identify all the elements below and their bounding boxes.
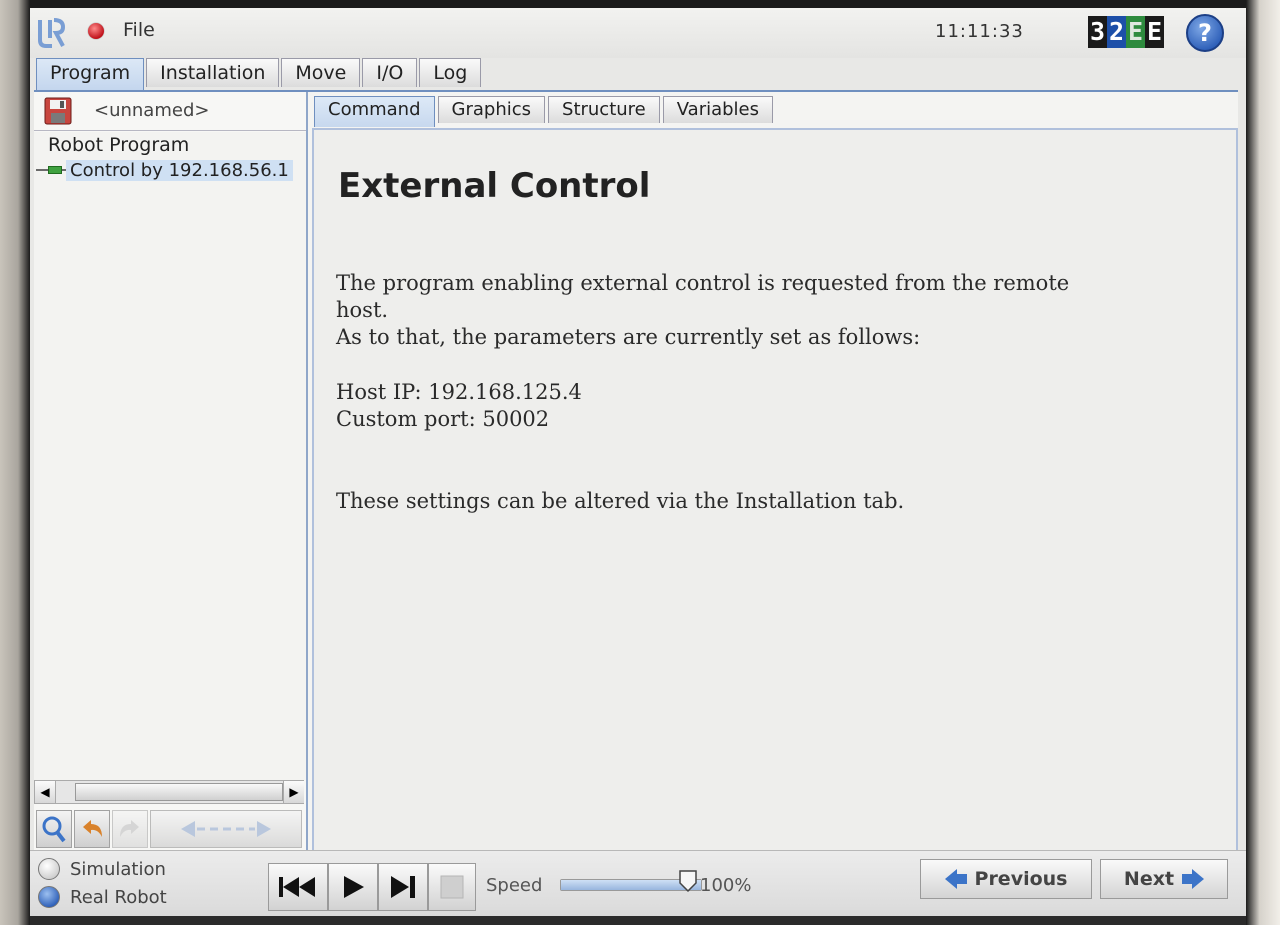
version-badge-char: 2 xyxy=(1107,16,1126,48)
move-node-button[interactable] xyxy=(150,810,302,848)
tab-move[interactable]: Move xyxy=(281,58,361,87)
arrow-left-icon xyxy=(944,869,967,889)
top-bar: File 11:11:33 32EE ? xyxy=(30,8,1246,58)
program-header: <unnamed> xyxy=(34,92,306,131)
device-bezel-left xyxy=(0,0,30,925)
tree-horizontal-scrollbar[interactable]: ◀ ▶ xyxy=(34,780,304,804)
step-forward-button[interactable] xyxy=(378,863,428,911)
bottom-bar: Simulation Real Robot Speed 100% Previou… xyxy=(30,850,1246,916)
tab-structure[interactable]: Structure xyxy=(548,96,660,123)
speed-slider-knob-icon[interactable] xyxy=(678,869,698,893)
tab-command[interactable]: Command xyxy=(314,96,435,127)
tree-connector-icon xyxy=(36,166,66,174)
tree-node-external-control[interactable]: Control by 192.168.56.1 xyxy=(36,158,293,182)
next-label: Next xyxy=(1123,868,1175,890)
node-tab-bar: Command Graphics Structure Variables xyxy=(314,96,776,127)
previous-label: Previous xyxy=(974,868,1068,890)
search-icon xyxy=(42,816,66,843)
device-bezel-top xyxy=(0,0,1280,8)
redo-icon xyxy=(120,820,139,837)
save-icon[interactable] xyxy=(44,97,72,125)
tab-io[interactable]: I/O xyxy=(362,58,418,87)
program-tree: Robot Program Control by 192.168.56.1 xyxy=(34,132,306,780)
description-line-2: host. xyxy=(336,298,389,322)
rewind-button[interactable] xyxy=(268,863,328,911)
previous-button[interactable]: Previous xyxy=(920,859,1092,899)
real-robot-radio-icon xyxy=(38,886,60,908)
robot-version-badge: 32EE xyxy=(1088,16,1164,48)
step-forward-icon xyxy=(391,876,415,898)
next-button[interactable]: Next xyxy=(1100,859,1228,899)
scroll-thumb[interactable] xyxy=(75,783,283,801)
tree-toolbar xyxy=(34,808,306,848)
program-area: <unnamed> Robot Program Control by 192.1… xyxy=(34,90,1238,852)
version-badge-char: E xyxy=(1126,16,1145,48)
redo-button[interactable] xyxy=(112,810,148,848)
speed-value: 100% xyxy=(700,875,752,896)
search-button[interactable] xyxy=(36,810,72,848)
version-badge-char: E xyxy=(1145,16,1164,48)
simulation-radio-icon xyxy=(38,858,60,880)
play-icon xyxy=(344,876,364,898)
host-ip-text: Host IP: 192.168.125.4 xyxy=(336,380,582,404)
node-status-icon xyxy=(48,166,62,174)
program-name: <unnamed> xyxy=(94,100,210,121)
record-status-icon xyxy=(88,23,104,39)
scroll-left-icon[interactable]: ◀ xyxy=(35,781,56,803)
speed-label: Speed xyxy=(486,875,543,896)
skip-back-icon xyxy=(279,877,315,897)
tree-node-robot-program[interactable]: Robot Program xyxy=(48,134,189,156)
tab-graphics[interactable]: Graphics xyxy=(437,96,546,123)
clock: 11:11:33 xyxy=(935,21,1024,42)
move-arrows-icon xyxy=(181,821,271,837)
real-robot-option[interactable]: Real Robot xyxy=(38,884,167,910)
tab-log[interactable]: Log xyxy=(419,58,482,87)
help-button[interactable]: ? xyxy=(1186,14,1224,52)
tab-program[interactable]: Program xyxy=(36,58,145,90)
real-robot-label: Real Robot xyxy=(70,886,167,908)
stop-icon xyxy=(440,875,464,899)
device-bezel-right xyxy=(1246,0,1280,925)
undo-icon xyxy=(83,820,102,837)
arrow-right-icon xyxy=(1182,869,1205,889)
tab-variables[interactable]: Variables xyxy=(662,96,774,123)
main-tab-bar: Program Installation Move I/O Log xyxy=(36,58,483,90)
file-menu[interactable]: File xyxy=(123,19,155,41)
play-button[interactable] xyxy=(328,863,378,911)
version-badge-char: 3 xyxy=(1088,16,1107,48)
undo-button[interactable] xyxy=(74,810,110,848)
tab-installation[interactable]: Installation xyxy=(146,58,280,87)
page-title: External Control xyxy=(338,166,651,206)
ur-logo-icon xyxy=(38,18,66,48)
custom-port-text: Custom port: 50002 xyxy=(336,407,550,431)
stop-button[interactable] xyxy=(428,863,476,911)
description-line-1: The program enabling external control is… xyxy=(336,271,1070,295)
program-tree-panel: <unnamed> Robot Program Control by 192.1… xyxy=(34,92,308,852)
teach-pendant-screen: File 11:11:33 32EE ? Program Installatio… xyxy=(30,8,1246,916)
command-panel: External Control The program enabling ex… xyxy=(312,128,1238,852)
simulation-option[interactable]: Simulation xyxy=(38,856,166,882)
description-line-3: As to that, the parameters are currently… xyxy=(336,325,921,349)
tree-node-label: Control by 192.168.56.1 xyxy=(66,159,293,181)
scroll-right-icon[interactable]: ▶ xyxy=(283,781,304,803)
simulation-label: Simulation xyxy=(70,858,166,880)
settings-hint-text: These settings can be altered via the In… xyxy=(336,489,905,513)
